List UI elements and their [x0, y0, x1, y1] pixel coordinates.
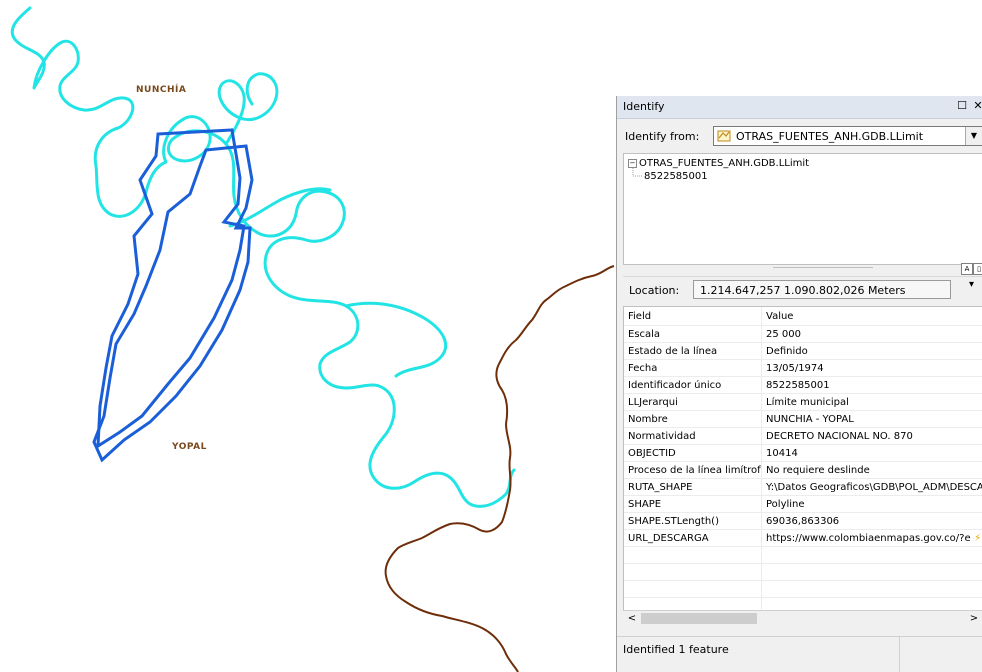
- sort-az-icon[interactable]: A: [961, 263, 973, 275]
- value-cell: 13/05/1974: [761, 359, 982, 377]
- boundary-polygon: [96, 128, 246, 449]
- table-row[interactable]: Normatividad DECRETO NACIONAL NO. 870: [624, 427, 982, 445]
- river-line: [344, 301, 447, 378]
- table-row[interactable]: Estado de la línea Definido: [624, 342, 982, 360]
- map-label-nunchia: NUNCHÍA: [136, 85, 187, 95]
- field-cell: SHAPE.STLength(): [624, 512, 762, 530]
- value-cell: Definido: [761, 342, 982, 360]
- status-divider: [899, 637, 900, 672]
- panel-toggle-icon[interactable]: ▯: [973, 263, 982, 275]
- field-cell: Fecha: [624, 359, 762, 377]
- table-row[interactable]: OBJECTID 10414: [624, 444, 982, 462]
- location-row: Location: 1.214.647,257 1.090.802,026 Me…: [623, 276, 982, 301]
- tree-node-feature[interactable]: 8522585001: [644, 171, 708, 182]
- value-cell: 8522585001: [761, 376, 982, 394]
- river-line: [217, 72, 279, 146]
- tree-node-feature-label: 8522585001: [644, 171, 708, 182]
- table-row[interactable]: Proceso de la línea limítrofe No requiere…: [624, 461, 982, 479]
- status-text: Identified 1 feature: [623, 643, 729, 656]
- field-cell: RUTA_SHAPE: [624, 478, 762, 496]
- scroll-left-icon[interactable]: <: [625, 612, 639, 626]
- tree-node-layer-label: OTRAS_FUENTES_ANH.GDB.LLimit: [639, 158, 810, 169]
- table-row[interactable]: Escala 25 000: [624, 325, 982, 343]
- table-row[interactable]: URL_DESCARGA https://www.colombiaenmapas.…: [624, 529, 982, 547]
- table-row-empty: [624, 580, 982, 598]
- value-cell: NUNCHIA - YOPAL: [761, 410, 982, 428]
- value-cell: 10414: [761, 444, 982, 462]
- field-cell: LLJerarqui: [624, 393, 762, 411]
- identify-from-value: OTRAS_FUENTES_ANH.GDB.LLimit: [736, 130, 924, 143]
- column-header-value[interactable]: Value: [761, 307, 982, 326]
- tree-node-layer[interactable]: − OTRAS_FUENTES_ANH.GDB.LLimit: [628, 158, 809, 169]
- identify-window: Identify ☐ ✕ Identify from: OTRAS_FUENTE…: [616, 96, 982, 672]
- splitter-grip: [773, 267, 873, 268]
- identify-title: Identify: [623, 100, 665, 113]
- boundary-polygon: [92, 144, 254, 463]
- value-cell: Polyline: [761, 495, 982, 513]
- value-cell: Y:\Datos Geograficos\GDB\POL_ADM\DESCA: [761, 478, 982, 496]
- location-field[interactable]: 1.214.647,257 1.090.802,026 Meters: [693, 280, 951, 299]
- table-row[interactable]: Identificador único 8522585001: [624, 376, 982, 394]
- horizontal-scrollbar[interactable]: < >: [623, 610, 982, 627]
- field-cell: URL_DESCARGA: [624, 529, 762, 547]
- value-cell: 69036,863306: [761, 512, 982, 530]
- field-cell: Proceso de la línea limítrofe: [624, 461, 762, 479]
- table-row[interactable]: SHAPE.STLength() 69036,863306: [624, 512, 982, 530]
- hyperlink-bolt-icon[interactable]: ⚡: [971, 533, 981, 544]
- table-header-row: Field Value: [624, 307, 982, 326]
- location-value: 1.214.647,257 1.090.802,026 Meters: [700, 284, 906, 297]
- field-cell: Normatividad: [624, 427, 762, 445]
- value-cell: No requiere deslinde: [761, 461, 982, 479]
- column-header-field[interactable]: Field: [624, 307, 762, 326]
- identify-results-tree[interactable]: − OTRAS_FUENTES_ANH.GDB.LLimit 8522585001: [623, 153, 982, 265]
- attributes-table[interactable]: Field Value Escala 25 000 Estado de la lí…: [623, 306, 982, 616]
- layer-icon: [717, 130, 731, 142]
- scroll-right-icon[interactable]: >: [967, 612, 981, 626]
- maximize-icon[interactable]: ☐: [955, 99, 969, 112]
- chevron-down-icon[interactable]: ▼: [965, 127, 982, 145]
- value-cell: 25 000: [761, 325, 982, 343]
- table-row[interactable]: SHAPE Polyline: [624, 495, 982, 513]
- close-icon[interactable]: ✕: [971, 99, 982, 112]
- river-line: [10, 6, 516, 508]
- stream-line: [384, 265, 615, 672]
- table-row[interactable]: Nombre NUNCHIA - YOPAL: [624, 410, 982, 428]
- location-label: Location:: [629, 284, 680, 297]
- table-row-empty: [624, 546, 982, 564]
- url-value[interactable]: https://www.colombiaenmapas.gov.co/?e: [766, 533, 971, 544]
- map-label-yopal: YOPAL: [172, 442, 207, 452]
- collapse-icon[interactable]: −: [628, 158, 637, 168]
- value-cell: DECRETO NACIONAL NO. 870: [761, 427, 982, 445]
- field-cell: Escala: [624, 325, 762, 343]
- identify-from-dropdown[interactable]: OTRAS_FUENTES_ANH.GDB.LLimit ▼: [713, 126, 982, 146]
- field-cell: Estado de la línea: [624, 342, 762, 360]
- pane-splitter[interactable]: A ▯: [623, 263, 982, 275]
- identify-from-label: Identify from:: [625, 130, 700, 143]
- table-row-empty: [624, 563, 982, 581]
- scrollbar-thumb[interactable]: [641, 613, 757, 624]
- location-menu-icon[interactable]: ▾: [969, 279, 974, 290]
- field-cell: SHAPE: [624, 495, 762, 513]
- identify-titlebar[interactable]: Identify ☐ ✕: [617, 96, 982, 119]
- field-cell: Identificador único: [624, 376, 762, 394]
- table-row[interactable]: RUTA_SHAPE Y:\Datos Geograficos\GDB\POL_A…: [624, 478, 982, 496]
- table-row[interactable]: Fecha 13/05/1974: [624, 359, 982, 377]
- identify-from-row: Identify from: OTRAS_FUENTES_ANH.GDB.LLi…: [617, 124, 982, 148]
- value-cell: Límite municipal: [761, 393, 982, 411]
- status-bar: Identified 1 feature: [617, 636, 982, 672]
- value-cell[interactable]: https://www.colombiaenmapas.gov.co/?e ⚡: [761, 529, 982, 547]
- field-cell: Nombre: [624, 410, 762, 428]
- field-cell: OBJECTID: [624, 444, 762, 462]
- table-row[interactable]: LLJerarqui Límite municipal: [624, 393, 982, 411]
